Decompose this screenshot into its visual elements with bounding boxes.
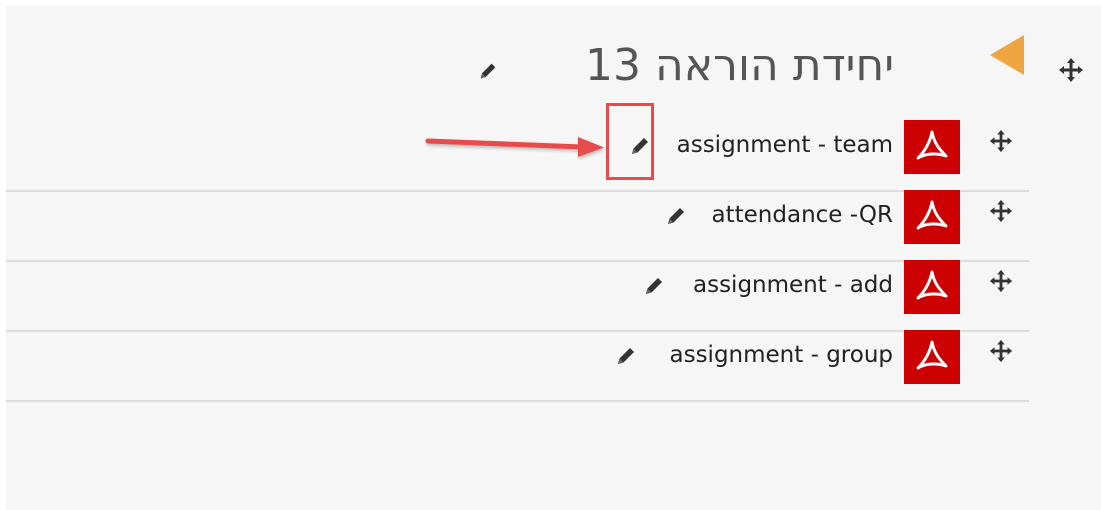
pencil-icon[interactable] [664, 204, 688, 228]
pdf-icon[interactable] [904, 330, 960, 384]
collapse-arrow-icon[interactable] [990, 35, 1024, 75]
section-title: יחידת הוראה 13 [585, 40, 895, 91]
move-icon[interactable] [988, 128, 1014, 154]
activity-name[interactable]: assignment - add [693, 272, 893, 298]
pdf-icon[interactable] [904, 120, 960, 174]
activity-row[interactable]: attendance -QR [6, 190, 1029, 262]
pdf-icon[interactable] [904, 190, 960, 244]
move-icon[interactable] [988, 198, 1014, 224]
move-icon[interactable] [988, 268, 1014, 294]
move-icon[interactable] [1057, 56, 1085, 84]
pdf-icon[interactable] [904, 260, 960, 314]
activity-row[interactable]: assignment - group [6, 330, 1029, 402]
activity-name[interactable]: assignment - team [677, 132, 893, 158]
annotation-arrow-icon [425, 137, 604, 157]
activity-row[interactable]: assignment - add [6, 260, 1029, 332]
move-icon[interactable] [988, 338, 1014, 364]
activity-name[interactable]: assignment - group [670, 342, 894, 368]
pencil-icon[interactable] [614, 344, 638, 368]
pencil-icon[interactable] [477, 60, 499, 82]
activity-name[interactable]: attendance -QR [712, 202, 893, 228]
annotation-highlight-box [606, 103, 654, 180]
pencil-icon[interactable] [642, 274, 666, 298]
